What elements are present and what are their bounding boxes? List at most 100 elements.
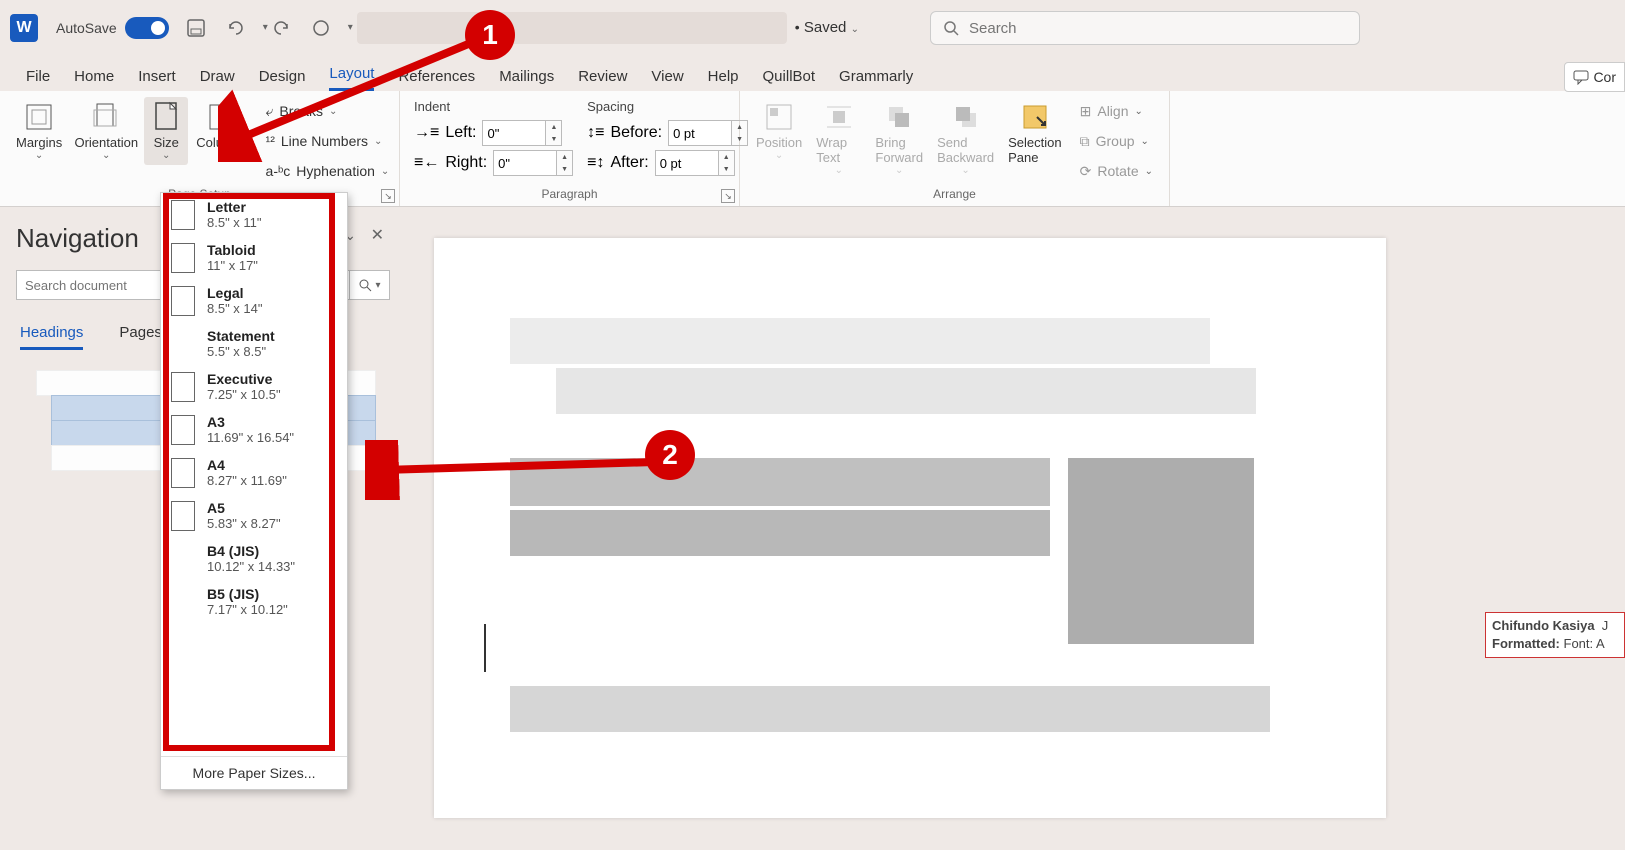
spacing-after-label: After:	[610, 154, 648, 172]
document-title-box[interactable]	[357, 12, 787, 44]
page-icon	[171, 243, 195, 273]
size-name: Statement	[207, 328, 275, 344]
size-option-a3[interactable]: A311.69" x 16.54"	[161, 408, 347, 451]
more-paper-sizes[interactable]: More Paper Sizes...	[161, 756, 347, 789]
nav-search-button[interactable]: ▾	[350, 270, 390, 300]
redo-icon[interactable]	[268, 15, 294, 41]
quick-access-icon[interactable]	[308, 15, 334, 41]
size-dimensions: 5.83" x 8.27"	[207, 516, 281, 531]
size-name: Legal	[207, 285, 263, 301]
spacing-after-stepper[interactable]: ▲▼	[719, 150, 735, 176]
nav-close-icon[interactable]: ✕	[371, 225, 384, 245]
tab-grammarly[interactable]: Grammarly	[839, 68, 913, 91]
size-option-a4[interactable]: A48.27" x 11.69"	[161, 451, 347, 494]
margins-icon	[23, 101, 55, 133]
spacing-header: Spacing	[587, 99, 748, 114]
search-icon	[943, 20, 959, 36]
page-icon	[171, 372, 195, 402]
send-backward-button[interactable]: Send Backward⌄	[931, 97, 1000, 180]
size-option-legal[interactable]: Legal8.5" x 14"	[161, 279, 347, 322]
spacing-after-input[interactable]	[655, 150, 719, 176]
align-icon: ⊞	[1080, 103, 1092, 120]
qat-customize-icon[interactable]: ▾	[348, 22, 353, 33]
line-numbers-button[interactable]: ¹²Line Numbers ⌄	[260, 127, 396, 155]
indent-left-input[interactable]	[482, 120, 546, 146]
tab-mailings[interactable]: Mailings	[499, 68, 554, 91]
comment-label: Formatted:	[1492, 636, 1560, 651]
search-box[interactable]	[930, 11, 1360, 45]
nav-tab-headings[interactable]: Headings	[20, 324, 83, 350]
comments-button[interactable]: Cor	[1564, 62, 1625, 92]
columns-button[interactable]: Columns⌄	[190, 97, 253, 165]
indent-right-stepper[interactable]: ▲▼	[557, 150, 573, 176]
word-app-icon: W	[10, 14, 38, 42]
size-dimensions: 10.12" x 14.33"	[207, 559, 295, 574]
size-dimensions: 7.17" x 10.12"	[207, 602, 288, 617]
indent-right-input[interactable]	[493, 150, 557, 176]
tab-references[interactable]: References	[398, 68, 475, 91]
page-icon	[171, 544, 195, 574]
tab-help[interactable]: Help	[708, 68, 739, 91]
align-button[interactable]: ⊞Align ⌄	[1074, 97, 1159, 125]
comment-detail: Font: A	[1564, 636, 1605, 651]
undo-icon[interactable]	[223, 15, 249, 41]
size-option-statement[interactable]: Statement5.5" x 8.5"	[161, 322, 347, 365]
size-name: A3	[207, 414, 294, 430]
page-icon	[171, 501, 195, 531]
send-backward-icon	[950, 101, 982, 133]
search-icon	[358, 278, 372, 292]
tab-layout[interactable]: Layout	[329, 65, 374, 91]
indent-left-stepper[interactable]: ▲▼	[546, 120, 562, 146]
spacing-before-input[interactable]	[668, 120, 732, 146]
size-option-b4jis[interactable]: B4 (JIS)10.12" x 14.33"	[161, 537, 347, 580]
hyphenation-button[interactable]: a‑ᵇcHyphenation ⌄	[260, 157, 396, 185]
group-button[interactable]: ⧉Group ⌄	[1074, 127, 1159, 155]
tab-design[interactable]: Design	[259, 68, 306, 91]
bring-forward-button[interactable]: Bring Forward⌄	[869, 97, 929, 180]
save-icon[interactable]	[183, 15, 209, 41]
tab-draw[interactable]: Draw	[200, 68, 235, 91]
pagesetup-dialog-icon[interactable]: ↘	[381, 189, 395, 203]
hyphenation-icon: a‑ᵇc	[266, 163, 291, 179]
group-icon: ⧉	[1080, 133, 1090, 150]
ribbon-tabs: File Home Insert Draw Design Layout Refe…	[0, 55, 1625, 91]
nav-tab-pages[interactable]: Pages	[119, 324, 162, 350]
selection-pane-button[interactable]: Selection Pane	[1002, 97, 1067, 169]
size-name: A5	[207, 500, 281, 516]
rotate-button[interactable]: ⟳Rotate ⌄	[1074, 157, 1159, 185]
size-name: Tabloid	[207, 242, 258, 258]
breaks-button[interactable]: ⤶Breaks ⌄	[260, 97, 396, 125]
size-dimensions: 7.25" x 10.5"	[207, 387, 281, 402]
size-option-executive[interactable]: Executive7.25" x 10.5"	[161, 365, 347, 408]
search-input[interactable]	[969, 20, 1347, 37]
size-option-b5jis[interactable]: B5 (JIS)7.17" x 10.12"	[161, 580, 347, 623]
autosave-toggle[interactable]	[125, 17, 169, 39]
size-button[interactable]: Size⌄	[144, 97, 188, 165]
tab-file[interactable]: File	[26, 68, 50, 91]
size-option-letter[interactable]: Letter8.5" x 11"	[161, 193, 347, 236]
size-icon	[150, 101, 182, 133]
save-status[interactable]: • Saved ⌄	[795, 19, 859, 36]
orientation-icon	[90, 101, 122, 133]
spacing-before-icon: ↕≡	[587, 124, 604, 142]
ribbon: Margins⌄ Orientation⌄ Size⌄ Columns⌄ ⤶Br…	[0, 91, 1625, 207]
tab-quillbot[interactable]: QuillBot	[763, 68, 816, 91]
tab-insert[interactable]: Insert	[138, 68, 176, 91]
size-dimensions: 8.27" x 11.69"	[207, 473, 287, 488]
tab-review[interactable]: Review	[578, 68, 627, 91]
size-option-tabloid[interactable]: Tabloid11" x 17"	[161, 236, 347, 279]
wrap-text-icon	[823, 101, 855, 133]
revision-comment[interactable]: Chifundo Kasiya J Formatted: Font: A	[1485, 612, 1625, 658]
page-icon	[171, 415, 195, 445]
tab-home[interactable]: Home	[74, 68, 114, 91]
document-page[interactable]	[434, 238, 1386, 818]
position-button[interactable]: Position⌄	[750, 97, 808, 165]
tab-view[interactable]: View	[651, 68, 683, 91]
comment-author: Chifundo Kasiya	[1492, 618, 1595, 633]
wrap-text-button[interactable]: Wrap Text⌄	[810, 97, 867, 180]
paragraph-dialog-icon[interactable]: ↘	[721, 189, 735, 203]
orientation-button[interactable]: Orientation⌄	[70, 97, 142, 165]
group-paragraph: Indent →≡Left:▲▼ ≡←Right:▲▼ Spacing ↕≡Be…	[400, 91, 740, 206]
size-option-a5[interactable]: A55.83" x 8.27"	[161, 494, 347, 537]
margins-button[interactable]: Margins⌄	[10, 97, 68, 165]
